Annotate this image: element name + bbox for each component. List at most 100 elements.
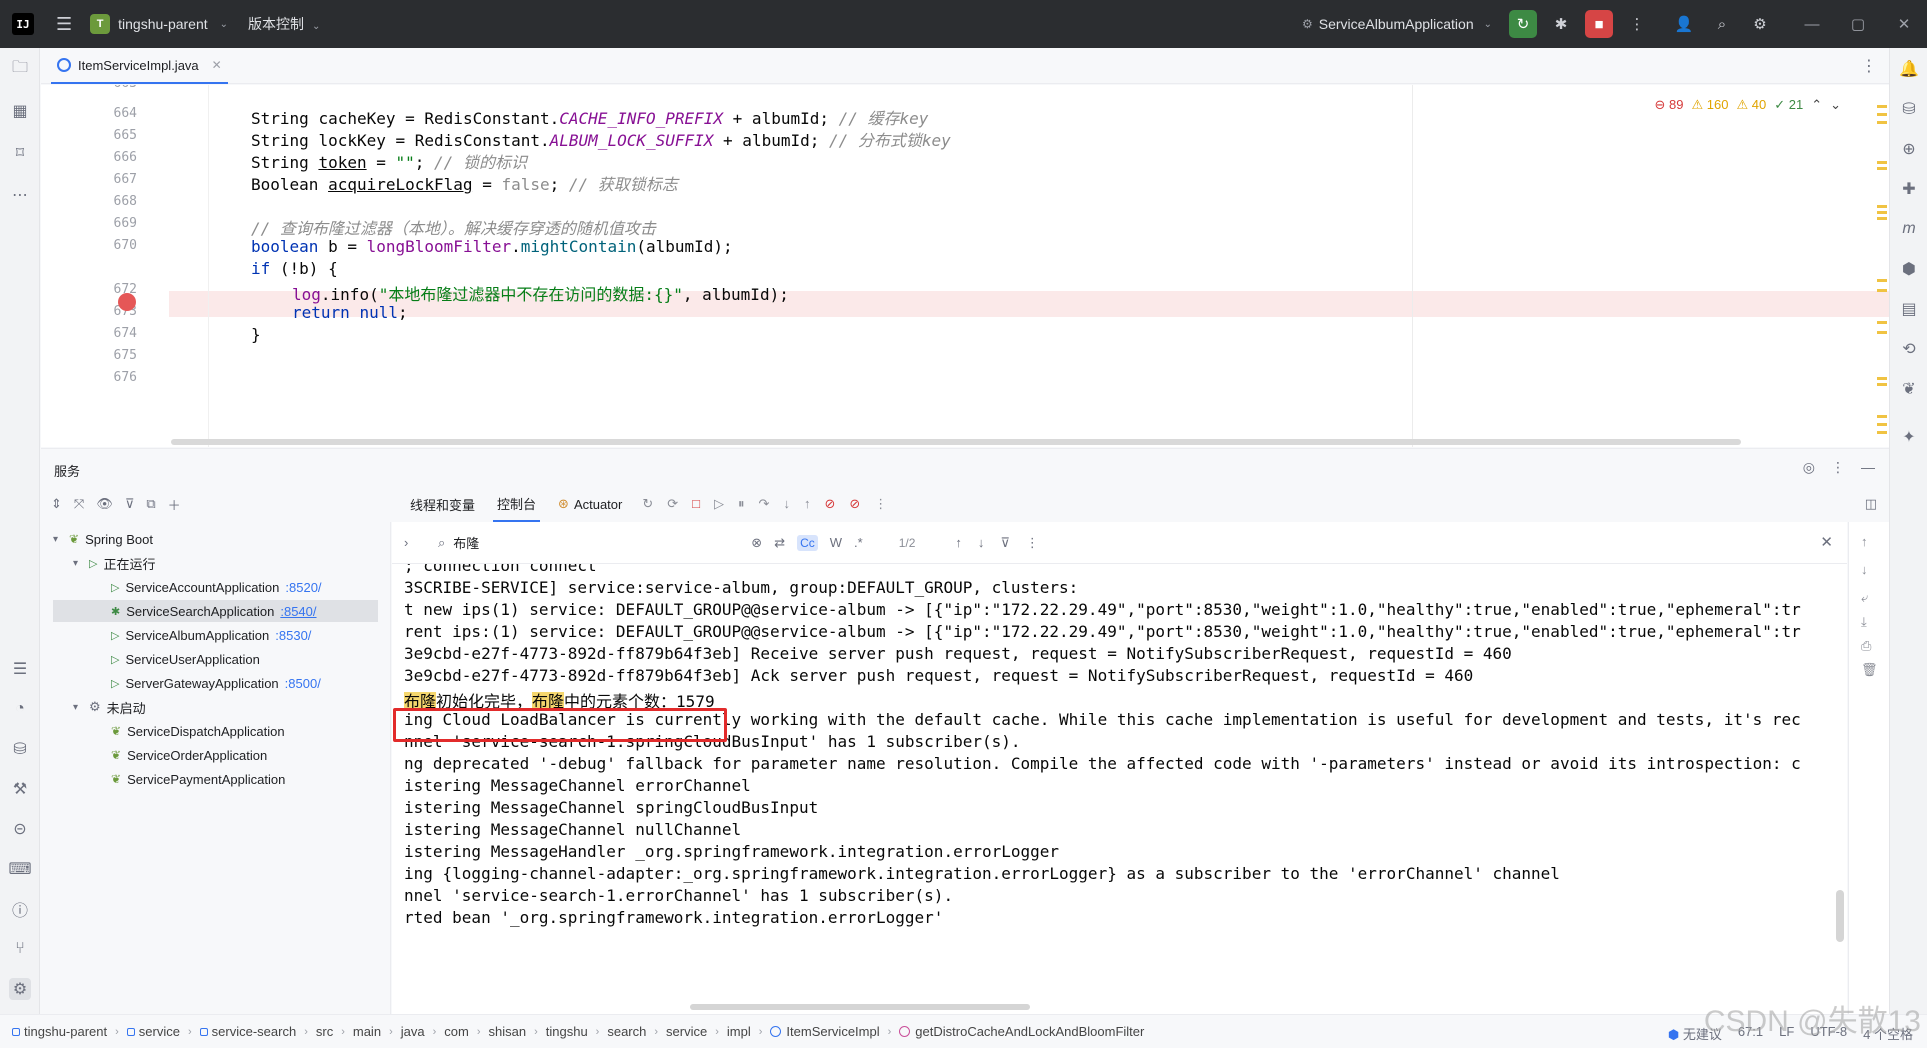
services-icon[interactable]: ⚙ [9, 978, 31, 1000]
settings-gear-icon[interactable]: ⚙ [1746, 10, 1774, 38]
filter-icon[interactable]: ⊽ [125, 496, 135, 512]
hide-panel-icon[interactable]: — [1861, 459, 1875, 476]
clear-search-icon[interactable]: ⊗ [751, 535, 762, 551]
expand-all-icon[interactable]: ⇕ [51, 496, 62, 512]
run-config-selector[interactable]: ⚙ ServiceAlbumApplication ⌄ [1302, 16, 1492, 32]
history-icon[interactable]: ⟲ [1898, 338, 1920, 360]
debug-icon[interactable]: ✱ [1547, 10, 1575, 38]
stop-button[interactable]: ■ [1585, 10, 1613, 38]
breadcrumb-item[interactable]: getDistroCacheAndLockAndBloomFilter [915, 1024, 1144, 1039]
stop-icon[interactable]: □ [692, 496, 700, 512]
breadcrumb-item[interactable]: impl [727, 1024, 751, 1039]
tab-actuator[interactable]: ⊛ Actuator [554, 486, 626, 522]
breadcrumb-item[interactable]: search [607, 1024, 646, 1039]
more-actions-icon[interactable]: ⋮ [1623, 10, 1651, 38]
breadcrumb-item[interactable]: main [353, 1024, 381, 1039]
todo-list-icon[interactable]: ☰ [9, 658, 31, 680]
view-options-icon[interactable]: 👁 [96, 496, 113, 512]
clear-all-icon[interactable]: 🗑 [1861, 662, 1878, 678]
git-icon[interactable]: ⑂ [9, 938, 31, 960]
main-menu-icon[interactable]: ☰ [56, 14, 72, 35]
search-history-icon[interactable]: ⇄ [774, 535, 785, 551]
close-tab-icon[interactable]: ✕ [212, 58, 222, 72]
breadcrumb-item[interactable]: ItemServiceImpl [786, 1024, 879, 1039]
print-icon[interactable]: ⎙ [1861, 638, 1871, 654]
bookmarks-icon[interactable]: ⌑ [9, 142, 31, 164]
project-switcher[interactable]: T tingshu-parent ⌄ [90, 14, 228, 34]
tree-node-spring-boot[interactable]: ▾ ❦ Spring Boot [53, 528, 153, 550]
next-match-icon[interactable]: ↓ [978, 535, 985, 551]
tree-item-service[interactable]: ❦ ServiceDispatchApplication [111, 720, 285, 742]
minimize-window-icon[interactable]: — [1789, 16, 1835, 33]
resume-icon[interactable]: ▷ [714, 496, 724, 512]
breadcrumb-item[interactable]: service [666, 1024, 707, 1039]
breadcrumb-item[interactable]: com [444, 1024, 469, 1039]
tree-item-service[interactable]: ❦ ServiceOrderApplication [111, 744, 267, 766]
rerun-debug-icon[interactable]: ⟳ [667, 496, 678, 512]
tree-item-service[interactable]: ❦ ServicePaymentApplication [111, 768, 285, 790]
notifications-icon[interactable]: 🔔 [1898, 58, 1920, 80]
tree-item-service[interactable]: ▷ ServiceAlbumApplication:8530/ [111, 624, 311, 646]
tab-threads-variables[interactable]: 线程和变量 [406, 486, 479, 522]
tree-node-running[interactable]: ▾ ▷ 正在运行 [73, 552, 155, 574]
tree-item-service[interactable]: ▷ ServerGatewayApplication:8500/ [111, 672, 321, 694]
collapse-all-icon[interactable]: ⤧ [74, 496, 84, 512]
scroll-down-icon[interactable]: ↓ [1861, 562, 1868, 577]
globe-icon[interactable]: ⊕ [1898, 138, 1920, 160]
settings-icon[interactable]: ◎ [1803, 459, 1815, 476]
view-breakpoints-icon[interactable]: ⊘ [824, 496, 835, 512]
more-tools-icon[interactable]: ⋯ [9, 184, 31, 206]
search-icon[interactable]: ⌕ [1708, 10, 1736, 38]
breadcrumb-item[interactable]: src [316, 1024, 333, 1039]
tree-item-service[interactable]: ▷ ServiceAccountApplication:8520/ [111, 576, 322, 598]
breakpoint-icon[interactable] [118, 293, 136, 311]
plugin-icon[interactable]: ✚ [1898, 178, 1920, 200]
rerun-icon[interactable]: ↻ [642, 496, 653, 512]
terminal-icon[interactable]: ⌨ [8, 858, 31, 880]
tree-item-service[interactable]: ▷ ServiceUserApplication [111, 648, 260, 670]
services-tree[interactable]: ▾ ❦ Spring Boot ▾ ▷ 正在运行 ▷ ServiceAccoun… [41, 522, 391, 1014]
ai-assistant-icon[interactable]: ✦ [1898, 426, 1920, 448]
breadcrumb-item[interactable]: java [401, 1024, 425, 1039]
filter-matches-icon[interactable]: ⊽ [1000, 535, 1010, 551]
step-out-icon[interactable]: ↑ [804, 496, 811, 512]
problems-icon[interactable]: ⓘ [9, 898, 31, 920]
leaf-icon[interactable]: ❦ [1898, 378, 1920, 400]
match-case-toggle[interactable]: Cc [797, 534, 818, 551]
breadcrumb-item[interactable]: tingshu [546, 1024, 588, 1039]
rerun-button[interactable]: ↻ [1509, 10, 1537, 38]
mute-breakpoints-icon[interactable]: ⊘ [849, 496, 860, 512]
console-output[interactable]: ; connection connect 3SCRIBE-SERVICE] se… [392, 564, 1847, 1014]
code-editor[interactable]: 663 664 665 666 667 668 669 670 672 673 … [41, 85, 1889, 447]
new-tab-icon[interactable]: ⧉ [146, 496, 155, 512]
breadcrumb-item[interactable]: tingshu-parent [24, 1024, 107, 1039]
build-icon[interactable]: ⚒ [9, 778, 31, 800]
regex-toggle[interactable]: .* [854, 535, 863, 550]
maximize-window-icon[interactable]: ▢ [1835, 15, 1881, 33]
search-input[interactable] [453, 535, 744, 550]
close-window-icon[interactable]: ✕ [1881, 15, 1927, 33]
maven-icon[interactable]: m [1898, 218, 1920, 240]
layout-icon[interactable]: ◫ [1865, 496, 1877, 512]
scroll-to-end-icon[interactable]: ⤓ [1861, 614, 1867, 630]
close-find-icon[interactable]: ✕ [1820, 533, 1833, 551]
database-icon[interactable]: ⛁ [1898, 98, 1920, 120]
whole-words-toggle[interactable]: W [830, 535, 842, 550]
tree-item-service-selected[interactable]: ✱ ServiceSearchApplication:8540/ [53, 600, 378, 622]
tab-console[interactable]: 控制台 [493, 486, 541, 522]
more-options-icon[interactable]: ⋮ [874, 496, 887, 512]
vcs-menu[interactable]: 版本控制 ⌄ [248, 14, 320, 34]
chevron-down-icon[interactable]: ⌄ [1830, 97, 1841, 113]
editor-gutter[interactable]: 663 664 665 666 667 668 669 670 672 673 … [41, 85, 169, 447]
project-folder-icon[interactable]: 🗀 [9, 58, 31, 80]
previous-match-icon[interactable]: ↑ [955, 535, 962, 551]
console-horizontal-scrollbar[interactable] [690, 1004, 1030, 1010]
tree-node-not-started[interactable]: ▾ ⚙ 未启动 [73, 696, 146, 718]
pause-icon[interactable]: ⏸ [738, 496, 745, 512]
breadcrumb-item[interactable]: service-search [212, 1024, 297, 1039]
database-icon[interactable]: ⛁ [9, 738, 31, 760]
structure-icon[interactable]: ▦ [9, 100, 31, 122]
step-over-icon[interactable]: ↷ [759, 496, 770, 512]
options-icon[interactable]: ⋮ [1831, 459, 1845, 476]
ide-logo[interactable]: IJ [12, 13, 34, 35]
